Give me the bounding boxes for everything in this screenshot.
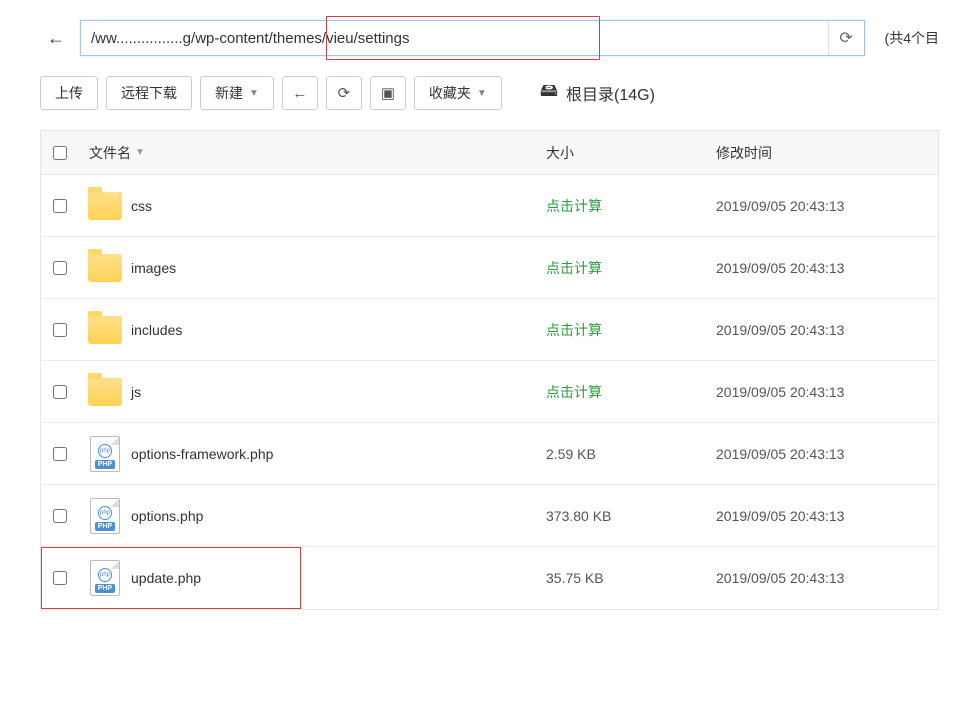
image-icon: ▣	[381, 84, 395, 102]
php-file-icon: phpPHP	[90, 498, 120, 534]
upload-button[interactable]: 上传	[40, 76, 98, 110]
file-modified-date: 2019/09/05 20:43:13	[716, 198, 926, 214]
path-input[interactable]	[81, 21, 828, 55]
file-icon-wrap: phpPHP	[83, 498, 127, 534]
refresh-icon: ⟳	[839, 28, 852, 48]
file-size[interactable]: 点击计算	[546, 258, 716, 278]
path-bar: ← ⟳ (共4个目	[0, 0, 979, 66]
file-name[interactable]: css	[127, 198, 546, 214]
back-button[interactable]: ←	[40, 21, 72, 55]
chevron-down-icon: ▼	[249, 88, 259, 99]
path-input-container: ⟳	[80, 20, 865, 56]
file-modified-date: 2019/09/05 20:43:13	[716, 384, 926, 400]
refresh-icon: ⟳	[338, 84, 351, 102]
file-table: 文件名 ▼ 大小 修改时间 css点击计算2019/09/05 20:43:13…	[40, 130, 939, 610]
remote-download-button[interactable]: 远程下载	[106, 76, 192, 110]
file-modified-date: 2019/09/05 20:43:13	[716, 508, 926, 524]
table-row[interactable]: phpPHP options.php373.80 KB2019/09/05 20:…	[41, 485, 938, 547]
arrow-left-icon: ←	[292, 85, 307, 102]
row-checkbox[interactable]	[53, 385, 67, 399]
file-icon-wrap: phpPHP	[83, 436, 127, 472]
row-checkbox[interactable]	[53, 447, 67, 461]
file-icon-wrap: phpPHP	[83, 560, 127, 596]
table-row[interactable]: css点击计算2019/09/05 20:43:13	[41, 175, 938, 237]
arrow-left-icon: ←	[47, 28, 65, 49]
row-checkbox[interactable]	[53, 199, 67, 213]
select-all-checkbox[interactable]	[53, 146, 67, 160]
table-row[interactable]: phpPHP update.php35.75 KB2019/09/05 20:43…	[41, 547, 938, 609]
file-name[interactable]: options-framework.php	[127, 446, 546, 462]
root-directory-info: 🖴 根目录(14G)	[540, 78, 655, 108]
nav-back-button[interactable]: ←	[282, 76, 318, 110]
file-size[interactable]: 点击计算	[546, 382, 716, 402]
file-name[interactable]: update.php	[127, 570, 546, 586]
row-checkbox[interactable]	[53, 261, 67, 275]
file-name[interactable]: images	[127, 260, 546, 276]
folder-icon	[88, 254, 122, 282]
file-size[interactable]: 点击计算	[546, 196, 716, 216]
favorites-label: 收藏夹	[429, 83, 471, 103]
folder-icon	[88, 378, 122, 406]
sort-descending-icon: ▼	[135, 147, 145, 158]
file-modified-date: 2019/09/05 20:43:13	[716, 446, 926, 462]
file-modified-date: 2019/09/05 20:43:13	[716, 260, 926, 276]
table-row[interactable]: phpPHP options-framework.php2.59 KB2019/0…	[41, 423, 938, 485]
file-icon-wrap	[83, 316, 127, 344]
folder-icon	[88, 316, 122, 344]
disk-icon: 🖴	[540, 78, 558, 108]
favorites-button[interactable]: 收藏夹 ▼	[414, 76, 502, 110]
file-icon-wrap	[83, 378, 127, 406]
root-label: 根目录(14G)	[566, 81, 655, 105]
table-row[interactable]: images点击计算2019/09/05 20:43:13	[41, 237, 938, 299]
file-icon-wrap	[83, 254, 127, 282]
column-size-header[interactable]: 大小	[546, 143, 716, 163]
toolbar: 上传 远程下载 新建 ▼ ← ⟳ ▣ 收藏夹 ▼ 🖴 根目录(14G)	[0, 66, 979, 130]
column-modified-header[interactable]: 修改时间	[716, 143, 926, 163]
new-button[interactable]: 新建 ▼	[200, 76, 274, 110]
table-row[interactable]: js点击计算2019/09/05 20:43:13	[41, 361, 938, 423]
table-row[interactable]: includes点击计算2019/09/05 20:43:13	[41, 299, 938, 361]
column-name-header[interactable]: 文件名 ▼	[83, 143, 546, 163]
table-header: 文件名 ▼ 大小 修改时间	[41, 131, 938, 175]
file-name[interactable]: options.php	[127, 508, 546, 524]
php-file-icon: phpPHP	[90, 436, 120, 472]
item-count: (共4个目	[885, 28, 939, 48]
new-label: 新建	[215, 83, 243, 103]
file-name[interactable]: includes	[127, 322, 546, 338]
folder-icon	[88, 192, 122, 220]
row-checkbox[interactable]	[53, 571, 67, 585]
file-modified-date: 2019/09/05 20:43:13	[716, 322, 926, 338]
view-mode-button[interactable]: ▣	[370, 76, 406, 110]
chevron-down-icon: ▼	[477, 88, 487, 99]
column-name-label: 文件名	[89, 143, 131, 163]
php-file-icon: phpPHP	[90, 560, 120, 596]
file-size: 2.59 KB	[546, 446, 716, 462]
file-icon-wrap	[83, 192, 127, 220]
refresh-toolbar-button[interactable]: ⟳	[326, 76, 362, 110]
file-name[interactable]: js	[127, 384, 546, 400]
row-checkbox[interactable]	[53, 323, 67, 337]
file-size: 35.75 KB	[546, 570, 716, 586]
file-size[interactable]: 点击计算	[546, 320, 716, 340]
file-modified-date: 2019/09/05 20:43:13	[716, 570, 926, 586]
refresh-button[interactable]: ⟳	[828, 21, 864, 55]
file-size: 373.80 KB	[546, 508, 716, 524]
row-checkbox[interactable]	[53, 509, 67, 523]
